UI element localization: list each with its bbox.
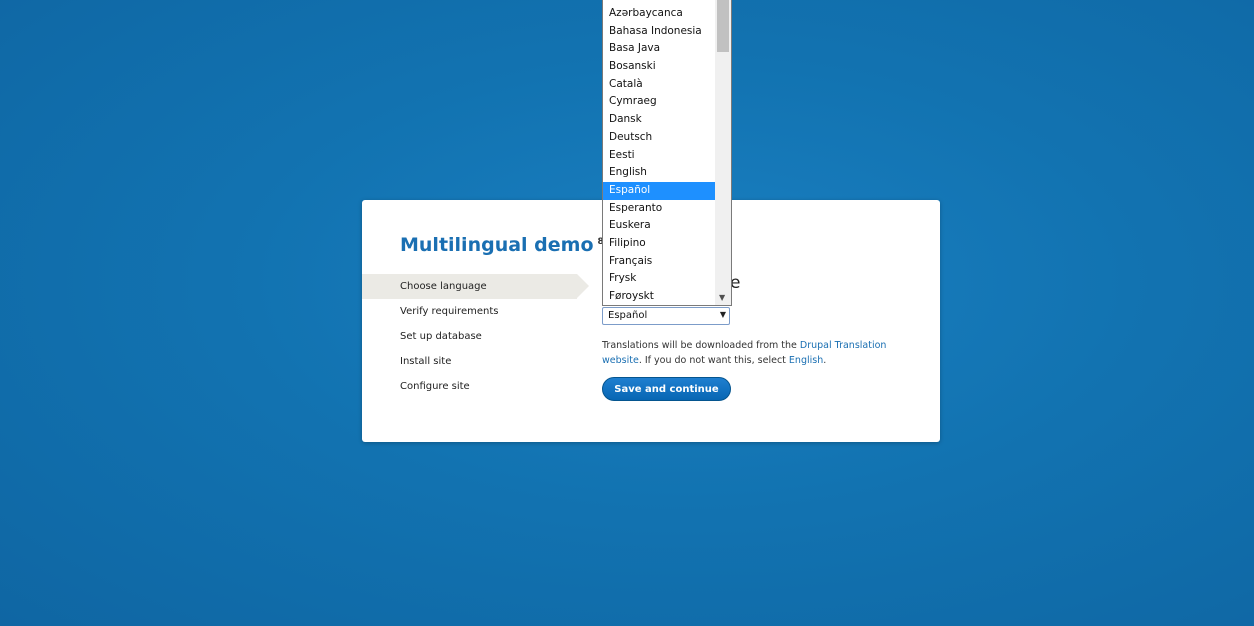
- language-option[interactable]: Cymraeg: [603, 93, 715, 111]
- english-link[interactable]: English: [789, 355, 823, 366]
- install-steps: Choose language Verify requirements Set …: [362, 274, 589, 399]
- language-option[interactable]: Dansk: [603, 111, 715, 129]
- step-verify-requirements: Verify requirements: [400, 306, 499, 317]
- language-option[interactable]: Français: [603, 253, 715, 271]
- site-title: Multilingual demo8.1.: [400, 234, 617, 256]
- language-option[interactable]: Filipino: [603, 235, 715, 253]
- language-select-value: Español: [608, 310, 648, 321]
- language-option[interactable]: Azərbaycanca: [603, 5, 715, 23]
- language-option[interactable]: Esperanto: [603, 200, 715, 218]
- language-option[interactable]: Deutsch: [603, 129, 715, 147]
- language-option[interactable]: Frysk: [603, 270, 715, 288]
- scroll-down-arrow-icon[interactable]: ▼: [719, 294, 725, 302]
- dropdown-scrollbar[interactable]: ▼: [715, 0, 731, 305]
- help-text-part3: .: [823, 355, 827, 366]
- language-option[interactable]: Bosanski: [603, 58, 715, 76]
- step-configure-site: Configure site: [400, 381, 470, 392]
- language-option[interactable]: Euskera: [603, 217, 715, 235]
- help-text-part1: Translations will be downloaded from the: [602, 340, 800, 351]
- language-option[interactable]: Basa Java: [603, 40, 715, 58]
- scrollbar-thumb[interactable]: [717, 0, 729, 52]
- translation-help-text: Translations will be downloaded from the…: [602, 338, 902, 368]
- step-set-up-database: Set up database: [400, 331, 482, 342]
- language-option[interactable]: Español: [603, 181, 715, 200]
- step-install-site: Install site: [400, 356, 452, 367]
- language-select[interactable]: Español ▼: [602, 307, 730, 325]
- language-option[interactable]: Eesti: [603, 147, 715, 165]
- language-option[interactable]: Føroyskt: [603, 288, 715, 305]
- language-options: Azərbaycanca Bahasa Indonesia Basa Java Bos…: [603, 5, 715, 305]
- language-option[interactable]: Català: [603, 76, 715, 94]
- step-choose-language: Choose language: [362, 274, 589, 299]
- language-option[interactable]: English: [603, 164, 715, 182]
- site-name: Multilingual demo: [400, 234, 594, 256]
- chevron-down-icon: ▼: [719, 310, 726, 319]
- language-option[interactable]: Bahasa Indonesia: [603, 23, 715, 41]
- language-dropdown-list[interactable]: Azərbaycanca Bahasa Indonesia Basa Java Bos…: [602, 0, 732, 306]
- help-text-part2: . If you do not want this, select: [638, 355, 789, 366]
- save-and-continue-button[interactable]: Save and continue: [602, 377, 731, 401]
